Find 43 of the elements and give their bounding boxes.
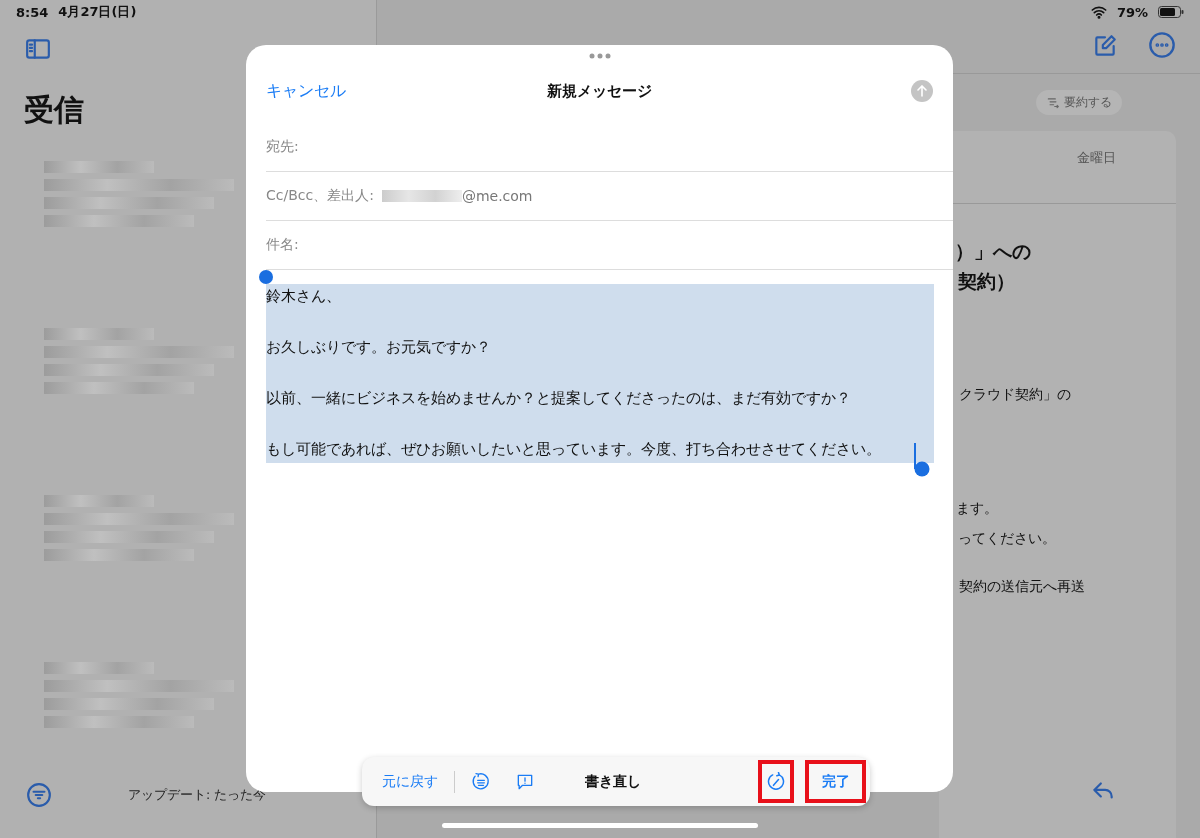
summary-icon bbox=[1046, 95, 1060, 110]
field-value: @me.com bbox=[461, 188, 533, 204]
message-subject: ）」への 契約） bbox=[954, 239, 1032, 294]
body-paragraph: お久しぶりです。お元気ですか？ bbox=[266, 337, 491, 358]
filter-icon[interactable] bbox=[26, 782, 52, 808]
body-paragraph: もし可能であれば、ぜひお願いしたいと思っています。今度、打ち合わせさせてください。 bbox=[266, 439, 881, 460]
address-field[interactable]: 宛先: bbox=[266, 123, 953, 172]
mailbox-title: 受信 bbox=[24, 91, 84, 129]
summarize-button[interactable]: 要約する bbox=[1036, 90, 1122, 115]
battery-icon bbox=[1158, 6, 1184, 18]
more-icon[interactable] bbox=[1148, 31, 1176, 59]
sheet-title: 新規メッセージ bbox=[547, 81, 653, 101]
message-text: クラウド契約」の bbox=[959, 386, 1072, 404]
cancel-button[interactable]: キャンセル bbox=[266, 80, 346, 102]
field-label: 件名: bbox=[266, 236, 299, 254]
address-field[interactable]: 件名: bbox=[266, 221, 953, 270]
wifi-icon bbox=[1090, 4, 1107, 20]
rewrite-button[interactable] bbox=[758, 760, 794, 803]
rewrite-icon bbox=[766, 771, 786, 792]
selection-handle[interactable] bbox=[259, 270, 273, 284]
body-paragraph: 鈴木さん、 bbox=[266, 286, 341, 307]
status-time: 8:54 bbox=[16, 4, 49, 20]
field-label: 宛先: bbox=[266, 138, 299, 156]
compose-icon[interactable] bbox=[1092, 33, 1118, 59]
address-field[interactable]: Cc/Bcc、差出人: @me.com bbox=[266, 172, 953, 221]
message-text: ます。 bbox=[956, 500, 999, 518]
message-date: 金曜日 bbox=[1077, 149, 1116, 167]
undo-button[interactable]: 元に戻す bbox=[382, 772, 438, 791]
arrow-up-icon bbox=[916, 85, 928, 97]
rewrite-title: 書き直し bbox=[585, 772, 641, 791]
body-paragraph: 以前、一緒にビジネスを始めませんか？と提案してくださったのは、まだ有効ですか？ bbox=[266, 388, 851, 409]
sidebar-icon[interactable] bbox=[24, 36, 52, 62]
field-label: Cc/Bcc、差出人: bbox=[266, 187, 374, 205]
status-date: 4月27日(日) bbox=[58, 3, 137, 21]
message-body[interactable]: 鈴木さん、 お久しぶりです。お元気ですか？ 以前、一緒にビジネスを始めませんか？と提案してくださったのは、まだ有効ですか？ もし可能であれば、ぜひお願いしたいと思っています。今度、打ち合わせさせてください。 bbox=[266, 284, 934, 463]
selection-handle[interactable] bbox=[914, 442, 930, 477]
update-status: アップデート: たった今 bbox=[128, 786, 267, 804]
done-button[interactable]: 完了 bbox=[805, 760, 866, 803]
battery-percent: 79% bbox=[1116, 4, 1148, 20]
message-text: 契約の送信元へ再送 bbox=[959, 578, 1086, 596]
message-text: ってください。 bbox=[958, 530, 1057, 548]
grabber-icon[interactable] bbox=[588, 53, 611, 59]
list-icon[interactable] bbox=[471, 771, 491, 792]
